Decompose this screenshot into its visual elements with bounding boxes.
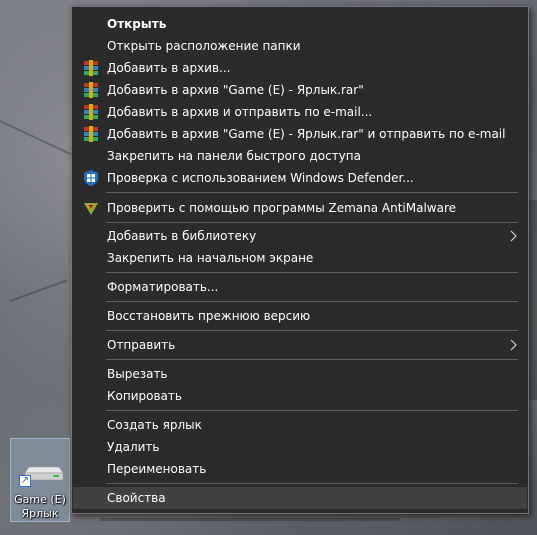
desktop-shortcut-label-line2: Ярлык (21, 507, 59, 520)
menu-item-label: Удалить (107, 440, 160, 454)
wallpaper-crack (529, 200, 537, 400)
menu-item-add-and-email[interactable]: Добавить в архив и отправить по e-mail..… (73, 101, 527, 123)
menu-item-label: Создать ярлык (107, 418, 202, 432)
menu-item-create-shortcut[interactable]: Создать ярлык (73, 414, 527, 436)
menu-separator (106, 359, 518, 360)
menu-item-label: Свойства (107, 491, 166, 505)
menu-item-zemana-antimalware[interactable]: Проверить с помощью программы Zemana Ant… (73, 197, 527, 219)
menu-item-label: Восстановить прежнюю версию (107, 309, 311, 323)
menu-item-label: Вырезать (107, 367, 168, 381)
menu-item-label: Добавить в архив и отправить по e-mail..… (107, 105, 373, 119)
menu-separator (106, 272, 518, 273)
menu-separator (106, 483, 518, 484)
menu-item-pin-quick-access[interactable]: Закрепить на панели быстрого доступа (73, 145, 527, 167)
menu-item-label: Добавить в архив "Game (E) - Ярлык.rar" (107, 83, 364, 97)
desktop-shortcut-label: Game (E) Ярлык (11, 493, 69, 521)
menu-separator (106, 192, 518, 193)
desktop-shortcut-label-line1: Game (E) (14, 493, 66, 506)
menu-item-windows-defender-scan[interactable]: Проверка с использованием Windows Defend… (73, 167, 527, 189)
winrar-icon (84, 82, 98, 98)
windows-defender-icon (84, 170, 98, 186)
wallpaper-crack (10, 279, 68, 302)
menu-item-rename[interactable]: Переименовать (73, 458, 527, 480)
chevron-right-icon (510, 230, 517, 242)
wallpaper-crack (100, 518, 400, 521)
menu-separator (106, 330, 518, 331)
menu-item-cut[interactable]: Вырезать (73, 363, 527, 385)
context-menu: Открыть Открыть расположение папки Добав… (71, 6, 529, 514)
menu-item-format[interactable]: Форматировать... (73, 276, 527, 298)
menu-item-delete[interactable]: Удалить (73, 436, 527, 458)
menu-item-add-to-archive[interactable]: Добавить в архив... (73, 57, 527, 79)
menu-item-label: Открыть расположение папки (107, 39, 301, 53)
menu-item-label: Форматировать... (107, 280, 219, 294)
menu-item-send-to[interactable]: Отправить (73, 334, 527, 356)
wallpaper-crack (0, 120, 73, 156)
desktop-shortcut-game-e[interactable]: ↗ Game (E) Ярлык (10, 438, 70, 522)
winrar-icon (84, 60, 98, 76)
menu-item-label: Проверить с помощью программы Zemana Ant… (107, 201, 457, 215)
winrar-icon (84, 126, 98, 142)
menu-separator (106, 410, 518, 411)
menu-item-properties[interactable]: Свойства (73, 487, 527, 509)
menu-item-label: Добавить в библиотеку (107, 229, 257, 243)
menu-item-label: Добавить в архив "Game (E) - Ярлык.rar" … (107, 127, 506, 141)
menu-item-label: Закрепить на начальном экране (107, 251, 314, 265)
menu-item-label: Копировать (107, 389, 182, 403)
menu-item-copy[interactable]: Копировать (73, 385, 527, 407)
winrar-icon (84, 104, 98, 120)
menu-item-add-rar-and-email[interactable]: Добавить в архив "Game (E) - Ярлык.rar" … (73, 123, 527, 145)
menu-item-open[interactable]: Открыть (73, 13, 527, 35)
desktop: ↗ Game (E) Ярлык Открыть Открыть располо… (0, 0, 537, 535)
menu-item-label: Отправить (107, 338, 176, 352)
menu-item-restore-previous-version[interactable]: Восстановить прежнюю версию (73, 305, 527, 327)
menu-item-open-folder-location[interactable]: Открыть расположение папки (73, 35, 527, 57)
menu-item-label: Закрепить на панели быстрого доступа (107, 149, 361, 163)
menu-item-label: Добавить в архив... (107, 61, 231, 75)
zemana-icon (84, 203, 98, 215)
menu-item-pin-to-start[interactable]: Закрепить на начальном экране (73, 247, 527, 269)
menu-item-label: Открыть (107, 17, 167, 31)
menu-item-label: Переименовать (107, 462, 207, 476)
menu-separator (106, 301, 518, 302)
shortcut-arrow-icon: ↗ (19, 475, 31, 487)
menu-item-label: Проверка с использованием Windows Defend… (107, 171, 414, 185)
menu-item-add-to-rar[interactable]: Добавить в архив "Game (E) - Ярлык.rar" (73, 79, 527, 101)
menu-separator (106, 222, 518, 223)
menu-item-add-to-library[interactable]: Добавить в библиотеку (73, 225, 527, 247)
chevron-right-icon (510, 339, 517, 351)
